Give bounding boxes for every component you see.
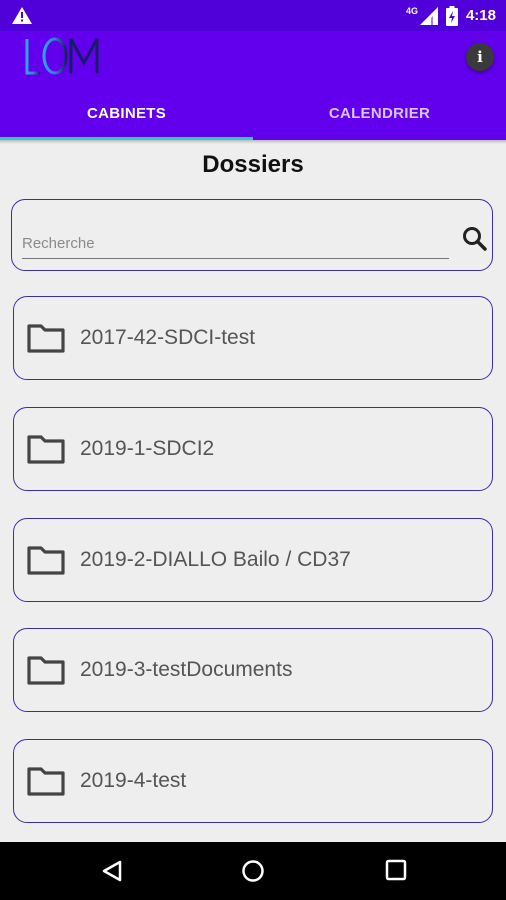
- folder-label: 2019-4-test: [80, 769, 187, 792]
- logo-graphic: [25, 37, 99, 75]
- status-bar: 4G 4:18: [0, 0, 506, 31]
- signal-icon: [419, 6, 438, 25]
- tab-cabinets[interactable]: CABINETS: [0, 87, 253, 140]
- folder-icon: [26, 544, 66, 576]
- folder-item[interactable]: 2019-1-SDCI2: [13, 407, 493, 491]
- folder-label: 2019-2-DIALLO Bailo / CD37: [80, 548, 351, 571]
- warning-icon: [12, 7, 32, 24]
- app-logo: [24, 35, 104, 90]
- search-container: [11, 199, 493, 271]
- folder-icon: [26, 765, 66, 797]
- folder-icon: [26, 322, 66, 354]
- info-button[interactable]: i: [466, 43, 494, 71]
- folder-icon: [26, 433, 66, 465]
- info-icon: i: [477, 48, 483, 66]
- folder-label: 2017-42-SDCI-test: [80, 326, 256, 349]
- search-icon[interactable]: [461, 225, 489, 253]
- folder-icon: [26, 654, 66, 686]
- clock: 4:18: [465, 7, 496, 24]
- page-title: Dossiers: [202, 151, 304, 178]
- folder-item[interactable]: 2017-42-SDCI-test: [13, 296, 493, 380]
- folder-item[interactable]: 2019-3-testDocuments: [13, 628, 493, 712]
- home-icon[interactable]: [241, 859, 265, 883]
- folder-item[interactable]: 2019-2-DIALLO Bailo / CD37: [13, 518, 493, 602]
- system-nav-bar: [0, 842, 506, 900]
- folder-item[interactable]: 2019-4-test: [13, 739, 493, 823]
- back-icon[interactable]: [100, 859, 124, 883]
- search-input[interactable]: [22, 228, 449, 259]
- folder-label: 2019-1-SDCI2: [80, 437, 215, 460]
- tab-bar: CABINETS CALENDRIER: [0, 87, 506, 140]
- app-bar-shadow: [0, 140, 506, 144]
- app-bar: i CABINETS CALENDRIER: [0, 31, 506, 140]
- battery-icon: [445, 5, 458, 26]
- network-type: 4G: [405, 5, 418, 16]
- folder-label: 2019-3-testDocuments: [80, 658, 293, 681]
- tab-calendrier[interactable]: CALENDRIER: [253, 87, 506, 140]
- recents-icon[interactable]: [385, 859, 407, 881]
